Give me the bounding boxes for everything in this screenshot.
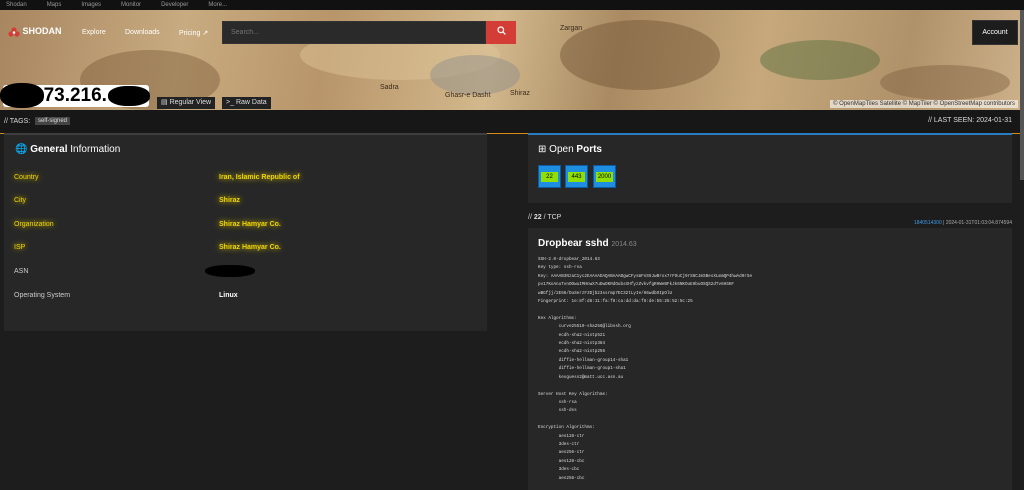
title-rest: Information (67, 144, 121, 155)
info-value[interactable]: Shiraz Hamyar Co. (219, 244, 281, 251)
tags-bar: // TAGS: self-signed // LAST SEEN: 2024-… (0, 110, 1024, 134)
search-input[interactable] (222, 21, 486, 44)
port-number: 443 (568, 172, 585, 182)
info-key: Organization (14, 221, 54, 228)
account-button[interactable]: Account (972, 20, 1018, 45)
service-timestamp-bar: 1840514300 | 2024-01-31T01:03:04.874594 (913, 220, 1012, 226)
last-seen: // LAST SEEN: 2024-01-31 (928, 117, 1012, 124)
topbar-images[interactable]: Images (81, 0, 101, 10)
info-key: ASN (14, 268, 29, 275)
title-bold: Ports (576, 144, 602, 155)
regular-view-button[interactable]: ▤ Regular View (157, 97, 216, 109)
map-attribution: © OpenMapTiles Satellite © MapTiler © Op… (830, 100, 1018, 108)
raw-data-label: Raw Data (235, 99, 267, 106)
service-banner: SSH-2.0-dropbear_2014.63 Key type: ssh-r… (538, 257, 753, 481)
info-row-city: City Shiraz (4, 189, 487, 212)
terminal-icon: >_ (226, 99, 234, 106)
info-value[interactable]: Shiraz Hamyar Co. (219, 221, 281, 228)
service-name: Dropbear sshd (538, 238, 609, 249)
redaction-mark (108, 86, 150, 106)
service-title: Dropbear sshd 2014.63 (538, 238, 637, 249)
tags-label: // TAGS: (4, 118, 31, 125)
port-2000[interactable]: 2000 (593, 165, 616, 188)
info-key: Country (14, 174, 39, 181)
topbar-maps[interactable]: Maps (47, 0, 62, 10)
topbar-shodan[interactable]: Shodan (6, 0, 27, 10)
shodan-logo[interactable]: SHODAN (8, 26, 62, 37)
info-value[interactable]: Shiraz (219, 197, 240, 204)
nav-pricing[interactable]: Pricing ↗ (179, 29, 208, 37)
topbar-developer[interactable]: Developer (161, 0, 188, 10)
info-row-country: Country Iran, Islamic Republic of (4, 166, 487, 189)
service-proto: / TCP (541, 214, 562, 221)
service-version: 2014.63 (611, 241, 637, 248)
search-icon (496, 26, 506, 38)
info-row-isp: ISP Shiraz Hamyar Co. (4, 236, 487, 259)
logo-text: SHODAN (22, 26, 62, 36)
info-row-organization: Organization Shiraz Hamyar Co. (4, 213, 487, 236)
info-key: ISP (14, 244, 26, 251)
logo-icon (8, 27, 20, 37)
top-bar: Shodan Maps Images Monitor Developer More... (0, 0, 1024, 10)
topbar-monitor[interactable]: Monitor (121, 0, 141, 10)
globe-icon: 🌐 (15, 144, 28, 155)
search-button[interactable] (486, 21, 516, 44)
map-label-zargan: Zargan (560, 25, 583, 32)
service-timestamp: 2024-01-31T01:03:04.874594 (945, 220, 1012, 226)
tag-self-signed[interactable]: self-signed (35, 117, 71, 125)
hash-link[interactable]: 1840514300 (914, 220, 942, 226)
port-number: 22 (541, 172, 558, 182)
info-key: Operating System (14, 292, 71, 299)
service-banner-panel: Dropbear sshd 2014.63 SSH-2.0-dropbear_2… (528, 228, 1012, 490)
map-label-sadra: Sadra (380, 84, 399, 91)
redaction-mark (205, 265, 255, 277)
document-icon: ▤ (161, 99, 168, 106)
service-port-header: // 22 / TCP (528, 214, 562, 221)
info-value[interactable]: Iran, Islamic Republic of (219, 174, 300, 181)
title-rest: Open (549, 144, 577, 155)
nav-downloads[interactable]: Downloads (125, 29, 160, 36)
title-bold: General (30, 144, 68, 155)
map-label-shiraz: Shiraz (510, 90, 530, 97)
topbar-more[interactable]: More... (208, 0, 227, 10)
info-row-os: Operating System Linux (4, 284, 487, 307)
network-icon: ⊞ (538, 144, 547, 155)
service-port: 22 (533, 214, 542, 221)
scrollbar[interactable] (1020, 10, 1024, 180)
open-ports-title: ⊞ Open Ports (538, 144, 602, 155)
general-information-title: 🌐 General Information (15, 144, 120, 155)
map-label-ghasr: Ghasr-e Dasht (445, 92, 491, 99)
redaction-mark (0, 83, 44, 108)
raw-data-button[interactable]: >_ Raw Data (222, 97, 271, 109)
port-number: 2000 (596, 172, 613, 182)
info-key: City (14, 197, 27, 204)
nav-explore[interactable]: Explore (82, 29, 106, 36)
port-443[interactable]: 443 (565, 165, 588, 188)
port-22[interactable]: 22 (538, 165, 561, 188)
info-value: Linux (219, 292, 238, 299)
regular-view-label: Regular View (169, 99, 212, 106)
